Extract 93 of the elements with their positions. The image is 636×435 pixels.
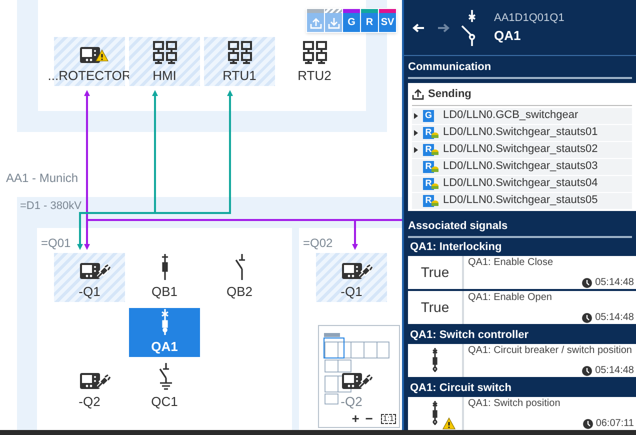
legend-button[interactable]: R [361, 9, 378, 32]
device-tile[interactable]: QC1 [129, 363, 200, 412]
monitors-icon [228, 41, 252, 64]
signal-name: QA1: Enable Open [468, 292, 553, 303]
bay-label: =Q02 [303, 235, 333, 252]
fit-button[interactable]: 1:1 [380, 414, 396, 424]
legend-button[interactable] [307, 9, 324, 32]
zoom-button[interactable]: + [352, 412, 360, 425]
legend-button[interactable]: G [343, 9, 360, 32]
device-tile[interactable]: QB1 [129, 253, 200, 302]
device-id: AA1D1Q01Q1 [494, 10, 564, 26]
report-overlay-icon [431, 166, 439, 172]
monitors-icon [152, 41, 176, 64]
device-label: -Q2 [78, 394, 100, 409]
signal-name: QA1: Enable Close [468, 257, 554, 268]
message-badge: G [423, 110, 434, 122]
signal-name: QA1: Circuit breaker / switch position [468, 345, 633, 356]
device-label: -Q1 [340, 284, 362, 299]
bay-label: =Q01 [41, 235, 71, 252]
device-tile[interactable]: QB2 [204, 253, 275, 302]
message-label: LD0/LLN0.Switchgear_stauts04 [443, 176, 598, 192]
signal-time: 05:14:48 [595, 365, 634, 376]
message-badge: R [423, 160, 434, 172]
communication-item[interactable]: R LD0/LLN0.Switchgear_stauts03 [412, 158, 632, 174]
back-arrow-icon [412, 22, 426, 32]
device-label: HMI [152, 68, 176, 83]
section-heading: Associated signals [408, 219, 632, 238]
device-label: QA1 [151, 339, 178, 354]
device-tile[interactable]: RTU2 [279, 37, 350, 86]
device-tile[interactable]: QA1 [129, 308, 200, 357]
sending-label: Sending [428, 87, 472, 102]
signal-time: 06:07:11 [596, 418, 634, 429]
message-label: LD0/LLN0.Switchgear_stauts05 [443, 193, 598, 208]
device-label: RTU1 [222, 68, 256, 83]
message-label: LD0/LLN0.Switchgear_stauts03 [443, 159, 598, 174]
forward-arrow-icon [436, 22, 450, 32]
section-heading: Communication [408, 60, 632, 79]
signal-time: 05:14:48 [595, 277, 634, 288]
legend-button[interactable] [325, 9, 342, 32]
device-label: -Q2 [340, 394, 362, 409]
communication-item[interactable]: G LD0/LLN0.GCB_switchgear [412, 108, 632, 124]
message-label: LD0/LLN0.GCB_switchgear [443, 108, 578, 124]
message-badge: R [423, 178, 434, 190]
device-tile[interactable]: -Q1 [54, 253, 125, 302]
zoom-button[interactable]: − [365, 412, 373, 425]
message-badge: R [423, 144, 434, 156]
device-tile[interactable]: -Q1 [316, 253, 387, 302]
group-heading: QA1: Switch controller [410, 329, 530, 342]
legend-button[interactable]: SV [379, 9, 396, 32]
area-label: AA1 - Munich [6, 170, 78, 187]
upload-icon [310, 16, 322, 28]
plug-icon [358, 264, 372, 278]
message-badge: R [423, 194, 434, 206]
switch-symbol-icon [460, 10, 478, 46]
signal-value: True [420, 298, 450, 317]
communication-item[interactable]: R LD0/LLN0.Switchgear_stauts01 [412, 124, 632, 140]
signal-time: 05:14:48 [595, 312, 634, 323]
device-tile[interactable]: -Q2 [54, 363, 125, 412]
plug-icon [96, 264, 110, 278]
device-title: QA1 [494, 27, 522, 45]
signal-name: QA1: Switch position [468, 398, 562, 409]
device-label: QB2 [226, 284, 252, 299]
device-terminal-icon [78, 46, 100, 64]
voltage-level-label: =D1 - 380kV [20, 199, 82, 214]
device-tile[interactable]: HMI [129, 37, 200, 86]
device-label: QB1 [151, 284, 178, 299]
report-overlay-icon [431, 132, 439, 138]
communication-item[interactable]: R LD0/LLN0.Switchgear_stauts02 [412, 142, 632, 158]
plug-icon [358, 374, 372, 388]
signal-value: True [420, 263, 450, 282]
communication-item[interactable]: R LD0/LLN0.Switchgear_stauts04 [412, 176, 632, 192]
communication-item[interactable]: R LD0/LLN0.Switchgear_stauts05 [412, 192, 632, 208]
breaker-icon [430, 348, 440, 374]
earthing-switch-icon [156, 363, 172, 390]
device-label: -Q1 [78, 284, 100, 299]
monitors-icon [302, 41, 326, 64]
plug-icon [96, 374, 110, 388]
group-heading: QA1: Circuit switch [410, 382, 512, 395]
open-switch-icon [232, 254, 246, 280]
report-overlay-icon [431, 182, 439, 190]
breaker-icon [430, 400, 440, 426]
device-label: ...ROTECTOR [48, 68, 132, 83]
message-badge: R [423, 126, 434, 138]
device-label: QC1 [151, 394, 178, 409]
report-overlay-icon [431, 200, 439, 206]
device-tile[interactable]: RTU1 [204, 37, 275, 86]
upload-icon [412, 88, 424, 100]
group-heading: QA1: Interlocking [410, 241, 503, 254]
device-label: RTU2 [298, 68, 332, 83]
download-icon [328, 16, 340, 28]
report-overlay-icon [431, 148, 439, 156]
message-label: LD0/LLN0.Switchgear_stauts01 [443, 125, 598, 140]
message-label: LD0/LLN0.Switchgear_stauts02 [443, 142, 598, 158]
